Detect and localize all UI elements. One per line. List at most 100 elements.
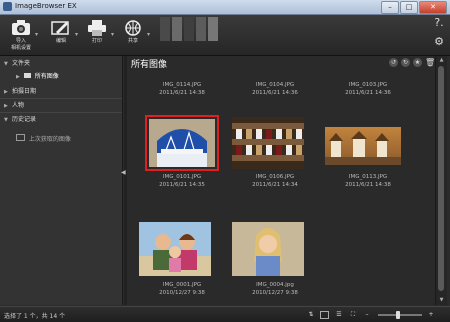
help-button[interactable]: ?.	[432, 16, 446, 30]
scroll-up-icon[interactable]: ▲	[437, 57, 446, 63]
last-imported-label: 上次获取的图像	[28, 136, 71, 143]
sidebar-item-all-images[interactable]: ▶ 所有图像	[16, 71, 112, 82]
grid-view-icon[interactable]	[320, 311, 329, 319]
chevron-down-icon[interactable]: ▾	[75, 31, 78, 38]
import-label: 导入	[15, 38, 26, 44]
status-bar: 选择了 1 个，共 14 个 ⇅ ☰ ⛶ – +	[0, 306, 450, 322]
image-date: 2011/6/21 14:38	[345, 182, 391, 188]
chevron-down-icon[interactable]: ▾	[35, 31, 38, 38]
chevron-left-icon: ◀	[121, 169, 126, 176]
zoom-slider-knob[interactable]	[396, 311, 400, 319]
folder-icon	[23, 73, 31, 78]
thumbnail-item[interactable]: IMG_0101.JPG 2011/6/21 14:35	[139, 115, 225, 188]
zoom-slider[interactable]	[378, 311, 422, 319]
print-label: 打印	[91, 38, 102, 44]
printer-icon	[88, 20, 106, 36]
image-filename: IMG_0101.JPG	[162, 174, 202, 180]
thumbnail-item[interactable]: IMG_0113.JPG 2011/6/21 14:38	[325, 117, 411, 188]
page-title: 所有图像	[131, 60, 168, 70]
image-date: 2010/12/27 9:38	[159, 290, 205, 296]
date-section[interactable]: ▶ 拍摄日期	[0, 86, 122, 99]
people-section[interactable]: ▶ 人物	[0, 100, 122, 113]
chevron-right-icon: ▶	[4, 103, 8, 109]
zoom-out-button[interactable]: –	[362, 310, 372, 319]
sidebar-item-last-imported[interactable]: 上次获取的图像	[16, 134, 112, 145]
image-filename: IMG_0103.JPG	[348, 82, 388, 88]
image-filename: IMG_0001.JPG	[162, 282, 202, 288]
share-label: 共享	[127, 38, 138, 44]
window-controls: – □ ✕	[381, 1, 447, 14]
image-date: 2011/6/21 14:38	[159, 90, 205, 96]
vertical-scrollbar[interactable]: ▲ ▼	[435, 56, 447, 305]
folder-section[interactable]: ▼ 文件夹	[0, 58, 122, 70]
edit-label: 编辑	[55, 38, 66, 44]
scroll-down-icon[interactable]: ▼	[437, 297, 446, 303]
image-thumbnail	[139, 222, 211, 276]
folder-header: 文件夹	[12, 60, 31, 67]
toolbar: 导入 相机设置 ▾ 编辑 ▾ 打印 ▾ 共享 ▾ ?. ⚙	[0, 15, 450, 56]
edit-button[interactable]: 编辑 ▾	[44, 17, 78, 53]
app-icon	[3, 2, 12, 11]
main-header: 所有图像 ↺ ↻ ★ 🗑	[127, 56, 435, 70]
thumbnail-item[interactable]: IMG_0001.JPG 2010/12/27 9:38	[139, 222, 225, 302]
sort-icon[interactable]: ⇅	[306, 310, 316, 319]
people-header: 人物	[12, 102, 25, 109]
image-filename: IMG_0113.JPG	[348, 174, 388, 180]
scrollbar-thumb[interactable]	[438, 66, 444, 291]
chevron-down-icon[interactable]: ▾	[111, 31, 114, 38]
fullscreen-icon[interactable]: ⛶	[348, 310, 358, 319]
history-section[interactable]: ▼ 历史记录	[0, 114, 122, 126]
title-bar: ImageBrowser EX – □ ✕	[0, 0, 450, 15]
chevron-right-icon: ▶	[4, 89, 8, 95]
obscured-block	[172, 17, 182, 41]
import-button[interactable]: 导入 相机设置 ▾	[4, 17, 38, 53]
camera-settings-label: 相机设置	[10, 45, 31, 51]
chevron-down-icon: ▼	[4, 117, 8, 123]
image-date: 2011/6/21 14:35	[159, 182, 205, 188]
image-stack-icon	[16, 134, 25, 141]
close-button[interactable]: ✕	[419, 1, 447, 14]
rating-icon[interactable]: ★	[413, 58, 422, 67]
edit-icon	[51, 21, 69, 35]
image-filename: IMG_0114.JPG	[162, 82, 202, 88]
rotate-left-icon[interactable]: ↺	[389, 58, 398, 67]
image-date: 2011/6/21 14:36	[252, 90, 298, 96]
trash-icon[interactable]: 🗑	[425, 58, 435, 67]
all-images-label: 所有图像	[34, 73, 59, 80]
gear-icon[interactable]: ⚙	[432, 35, 446, 49]
image-date: 2010/12/27 9:38	[252, 290, 298, 296]
print-button[interactable]: 打印 ▾	[80, 17, 114, 53]
image-thumbnail	[325, 127, 401, 165]
thumbnail-item[interactable]: IMG_0004.jpg 2010/12/27 9:38	[232, 222, 318, 302]
image-filename: IMG_0104.JPG	[255, 82, 295, 88]
image-thumbnail	[145, 115, 219, 171]
obscured-block	[196, 17, 206, 41]
selection-count: 选择了 1 个，共 14 个	[4, 313, 66, 320]
history-header: 历史记录	[12, 116, 37, 123]
list-view-icon[interactable]: ☰	[334, 310, 344, 319]
image-filename: IMG_0106.JPG	[255, 174, 295, 180]
image-date: 2011/6/21 14:36	[345, 90, 391, 96]
obscured-block	[160, 17, 170, 41]
obscured-block	[184, 17, 194, 41]
sidebar: ▼ 文件夹 ▶ 所有图像 ▶ 拍摄日期 ▶ 人物 ▼ 历史记录 上次获取的图像	[0, 56, 123, 305]
date-header: 拍摄日期	[12, 88, 37, 95]
camera-icon	[12, 20, 30, 35]
zoom-in-button[interactable]: +	[426, 310, 436, 319]
image-thumbnail	[232, 117, 304, 169]
window-title: ImageBrowser EX	[15, 2, 77, 10]
image-thumbnail	[232, 222, 304, 276]
thumbnail-item[interactable]: IMG_0106.JPG 2011/6/21 14:34	[232, 117, 318, 188]
thumbnail-area: 所有图像 ↺ ↻ ★ 🗑 IMG_0114.JPG 2011/6/21 14:3…	[127, 56, 435, 305]
image-filename: IMG_0004.jpg	[256, 282, 294, 288]
maximize-button[interactable]: □	[400, 1, 418, 14]
obscured-block	[208, 17, 218, 41]
chevron-right-icon: ▶	[16, 74, 20, 80]
share-icon	[125, 20, 141, 36]
share-button[interactable]: 共享 ▾	[116, 17, 150, 53]
rotate-right-icon[interactable]: ↻	[401, 58, 410, 67]
chevron-down-icon[interactable]: ▾	[147, 31, 150, 38]
minimize-button[interactable]: –	[381, 1, 399, 14]
chevron-down-icon: ▼	[4, 61, 8, 67]
image-date: 2011/6/21 14:34	[252, 182, 298, 188]
